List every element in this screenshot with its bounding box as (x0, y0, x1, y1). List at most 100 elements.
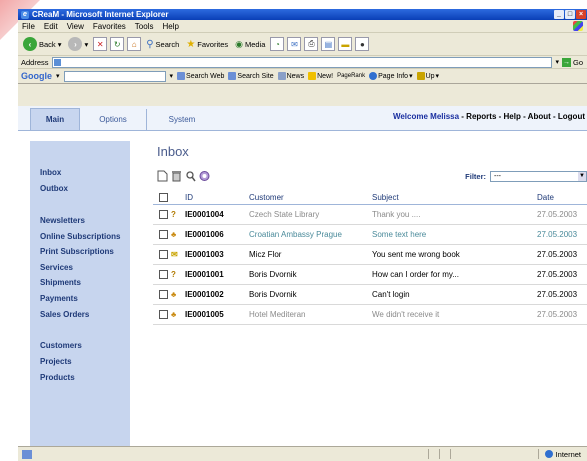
refresh-cycle-icon[interactable] (199, 170, 210, 182)
up-button[interactable]: Up ▾ (416, 72, 439, 80)
pagerank-label: PageRank (337, 73, 366, 79)
sidebar-item-sales-orders[interactable]: Sales Orders (40, 310, 89, 319)
mail-icon[interactable]: ✉ (287, 37, 302, 51)
table-row[interactable]: ♣ IE0001005 Hotel Mediteran We didn't recei… (153, 305, 587, 325)
pagerank-indicator[interactable]: PageRank (337, 73, 365, 79)
favorites-button[interactable]: ★ Favorites (184, 36, 230, 52)
page-info-button[interactable]: Page Info ▾ (369, 72, 413, 80)
logout-link[interactable]: Logout (558, 112, 585, 121)
row-checkbox[interactable] (159, 270, 168, 279)
table-row[interactable]: ♣ IE0001006 Croatian Ambassy Prague Some te… (153, 225, 587, 245)
home-icon[interactable]: ⌂ (127, 37, 142, 51)
close-button[interactable]: × (576, 10, 586, 19)
sidebar-item-services[interactable]: Services (40, 263, 73, 272)
forward-button[interactable]: › ▾ (66, 36, 90, 52)
print-icon[interactable]: ⎙ (304, 37, 319, 51)
table-row[interactable]: ♣ IE0001002 Boris Dvornik Can't login 27.05.… (153, 285, 587, 305)
sidebar-item-outbox[interactable]: Outbox (40, 184, 68, 193)
edit-icon[interactable]: ▤ (321, 37, 336, 51)
row-checkbox[interactable] (159, 310, 168, 319)
ie-logo-icon: e (21, 10, 29, 19)
column-id[interactable]: ID (185, 193, 193, 202)
message-customer: Croatian Ambassy Prague (249, 230, 342, 239)
message-subject[interactable]: Can't login (372, 290, 410, 299)
address-bar: Address ▾ → Go (18, 56, 587, 69)
tab-system[interactable]: System (146, 109, 217, 130)
search-magnifier-icon[interactable] (185, 170, 196, 182)
filter-select[interactable]: --- ▼ (490, 171, 587, 182)
sidebar-item-payments[interactable]: Payments (40, 294, 78, 303)
row-checkbox[interactable] (159, 250, 168, 259)
sidebar-item-online-subscriptions[interactable]: Online Subscriptions (40, 232, 120, 241)
minimize-button[interactable]: _ (554, 10, 564, 19)
sidebar-item-projects[interactable]: Projects (40, 357, 72, 366)
search-site-button[interactable]: Search Site (228, 72, 274, 80)
google-search-input[interactable] (63, 70, 166, 82)
message-id[interactable]: IE0001006 (185, 230, 224, 239)
address-dropdown-icon[interactable]: ▾ (555, 58, 559, 66)
google-dropdown-icon[interactable]: ▾ (170, 72, 174, 80)
messenger-icon[interactable]: ● (355, 37, 370, 51)
history-icon[interactable]: ◔ (270, 37, 285, 51)
message-customer: Micz Flor (249, 250, 282, 259)
column-date[interactable]: Date (537, 193, 554, 202)
back-button[interactable]: ‹ Back ▾ (21, 36, 63, 52)
message-id[interactable]: IE0001005 (185, 310, 224, 319)
table-row[interactable]: ? IE0001004 Czech State Library Thank you .… (153, 205, 587, 225)
row-checkbox[interactable] (159, 230, 168, 239)
tab-options[interactable]: Options (80, 109, 146, 130)
select-all-checkbox[interactable] (159, 192, 168, 202)
google-logo[interactable]: Google (21, 71, 52, 81)
sidebar-item-shipments[interactable]: Shipments (40, 278, 81, 287)
reports-link[interactable]: Reports (466, 112, 496, 121)
help-link[interactable]: Help (504, 112, 521, 121)
column-subject[interactable]: Subject (372, 193, 399, 202)
search-web-icon (177, 72, 186, 80)
google-menu-icon[interactable]: ▾ (56, 72, 60, 80)
folder-icon[interactable]: ▬ (338, 37, 353, 51)
message-subject[interactable]: We didn't receive it (372, 310, 439, 319)
message-id[interactable]: IE0001001 (185, 270, 224, 279)
menu-view[interactable]: View (67, 22, 84, 31)
message-subject[interactable]: Thank you .... (372, 210, 420, 219)
message-id[interactable]: IE0001003 (185, 250, 224, 259)
sidebar-item-print-subscriptions[interactable]: Print Subscriptions (40, 247, 114, 256)
forward-arrow-icon: › (68, 37, 83, 51)
about-link[interactable]: About (528, 112, 551, 121)
menu-tools[interactable]: Tools (135, 22, 154, 31)
menu-help[interactable]: Help (162, 22, 178, 31)
message-id[interactable]: IE0001004 (185, 210, 224, 219)
trash-icon[interactable] (171, 170, 182, 182)
row-checkbox[interactable] (159, 210, 168, 219)
media-button[interactable]: ◉ Media (233, 36, 267, 52)
tab-main[interactable]: Main (30, 108, 80, 130)
refresh-icon[interactable]: ↻ (110, 37, 125, 51)
search-button[interactable]: ⚲ Search (144, 36, 181, 52)
column-customer[interactable]: Customer (249, 193, 284, 202)
message-id[interactable]: IE0001002 (185, 290, 224, 299)
sidebar-item-products[interactable]: Products (40, 373, 75, 382)
go-button[interactable]: → Go (561, 57, 587, 67)
menu-edit[interactable]: Edit (44, 22, 58, 31)
menu-file[interactable]: File (22, 22, 35, 31)
back-arrow-icon: ‹ (23, 37, 37, 51)
message-subject[interactable]: You sent me wrong book (372, 250, 460, 259)
menu-favorites[interactable]: Favorites (93, 22, 126, 31)
new-button[interactable]: New! (308, 72, 333, 80)
message-subject[interactable]: How can I order for my... (372, 270, 459, 279)
new-document-icon[interactable] (157, 170, 168, 182)
search-web-button[interactable]: Search Web (177, 72, 224, 80)
address-input[interactable] (51, 56, 553, 68)
table-row[interactable]: ✉ IE0001003 Micz Flor You sent me wrong boo… (153, 245, 587, 265)
maximize-button[interactable]: □ (565, 10, 575, 19)
news-button[interactable]: News (277, 72, 304, 80)
sidebar-item-newsletters[interactable]: Newsletters (40, 216, 85, 225)
people-icon: ♣ (171, 290, 177, 299)
message-subject[interactable]: Some text here (372, 230, 426, 239)
table-row[interactable]: ? IE0001001 Boris Dvornik How can I order f… (153, 265, 587, 285)
sidebar-item-inbox[interactable]: Inbox (40, 168, 61, 177)
sidebar-item-customers[interactable]: Customers (40, 341, 82, 350)
stop-icon[interactable]: ✕ (93, 37, 108, 51)
row-checkbox[interactable] (159, 290, 168, 299)
news-icon (277, 72, 286, 80)
